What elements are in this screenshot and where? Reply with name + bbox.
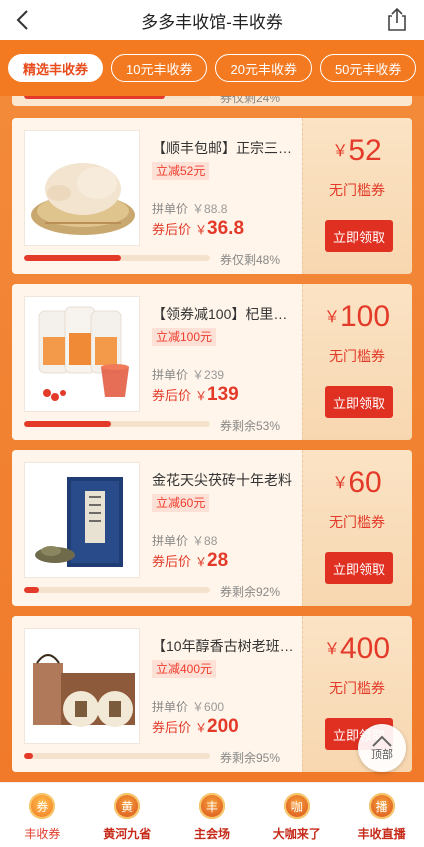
yellow-river-badge-icon: 黄 bbox=[114, 793, 141, 819]
coupon-card[interactable]: 金花天尖茯砖十年老料 立减60元 拼单价 ￥88 券后价 ￥28 券剩余92% ￥6… bbox=[12, 450, 412, 606]
coupon-amount: ￥60 bbox=[332, 466, 382, 499]
coupon-card[interactable]: 【10年醇香古树老班… 立减400元 拼单价 ￥600 券后价 ￥200 券剩余95… bbox=[12, 616, 412, 772]
coupon-condition: 无门槛券 bbox=[329, 182, 385, 198]
nav-item-yellow-river[interactable]: 黄 黄河九省 bbox=[85, 783, 170, 847]
stock-progress-bar bbox=[24, 96, 210, 99]
back-to-top-label: 顶部 bbox=[371, 749, 393, 761]
tab-20-yuan[interactable]: 20元丰收券 bbox=[215, 54, 312, 82]
coupon-condition: 无门槛券 bbox=[329, 514, 385, 530]
discount-badge: 立减52元 bbox=[152, 162, 210, 180]
stock-remaining: 券仅剩48% bbox=[220, 253, 281, 267]
discount-badge: 立减100元 bbox=[152, 328, 217, 346]
main-venue-badge-icon: 丰 bbox=[198, 793, 225, 819]
discount-badge: 立减400元 bbox=[152, 660, 217, 678]
claim-coupon-button[interactable]: 立即领取 bbox=[325, 220, 393, 252]
coupon-tabs: 精选丰收券 10元丰收券 20元丰收券 50元丰收券 bbox=[0, 40, 424, 96]
discount-badge: 立减60元 bbox=[152, 494, 210, 512]
product-name[interactable]: 【10年醇香古树老班… bbox=[152, 636, 300, 656]
claim-coupon-button[interactable]: 立即领取 bbox=[325, 386, 393, 418]
product-image-tea-cakes[interactable] bbox=[24, 628, 140, 744]
coupon-card[interactable]: 【顺丰包邮】正宗三… 立减52元 拼单价 ￥88.8 券后价 ￥36.8 券仅剩48… bbox=[12, 118, 412, 274]
product-name[interactable]: 金花天尖茯砖十年老料 bbox=[152, 470, 300, 490]
group-price: 拼单价 ￥600 bbox=[152, 700, 225, 714]
tab-50-yuan[interactable]: 50元丰收券 bbox=[319, 54, 417, 82]
nav-item-coupons[interactable]: 券 丰收券 bbox=[0, 783, 85, 847]
tab-10-yuan[interactable]: 10元丰收券 bbox=[111, 54, 208, 82]
coupon-amount: ￥52 bbox=[332, 134, 382, 167]
back-to-top-button[interactable]: 顶部 bbox=[358, 724, 406, 772]
group-price: 拼单价 ￥88.8 bbox=[152, 202, 228, 216]
product-name[interactable]: 【顺丰包邮】正宗三… bbox=[152, 138, 300, 158]
stock-progress-bar bbox=[24, 421, 210, 427]
stock-progress-bar bbox=[24, 255, 210, 261]
product-name[interactable]: 【领券减100】杞里… bbox=[152, 304, 300, 324]
coupon-amount: ￥400 bbox=[323, 632, 391, 665]
stock-remaining: 券仅剩24% bbox=[220, 96, 281, 105]
product-image-tea-box[interactable] bbox=[24, 462, 140, 578]
price-after-coupon: 券后价 ￥139 bbox=[152, 384, 239, 405]
nav-label: 丰收券 bbox=[24, 827, 61, 841]
back-arrow-icon bbox=[16, 10, 28, 30]
nav-item-main-venue[interactable]: 丰 主会场 bbox=[170, 783, 255, 847]
tab-featured[interactable]: 精选丰收券 bbox=[8, 54, 104, 82]
nav-item-celebrities[interactable]: 咖 大咖来了 bbox=[254, 783, 339, 847]
coupon-amount: ￥100 bbox=[323, 300, 391, 333]
price-after-coupon: 券后价 ￥36.8 bbox=[152, 218, 245, 239]
group-price: 拼单价 ￥239 bbox=[152, 368, 225, 382]
price-after-coupon: 券后价 ￥28 bbox=[152, 550, 229, 571]
price-after-coupon: 券后价 ￥200 bbox=[152, 716, 239, 737]
claim-coupon-button[interactable]: 立即领取 bbox=[325, 552, 393, 584]
back-button[interactable] bbox=[10, 8, 34, 32]
stock-remaining: 券剩余95% bbox=[220, 751, 281, 765]
nav-label: 丰收直播 bbox=[357, 827, 406, 841]
nav-item-live[interactable]: 播 丰收直播 bbox=[339, 783, 424, 847]
stock-remaining: 券剩余92% bbox=[220, 585, 281, 599]
stock-remaining: 券剩余53% bbox=[220, 419, 281, 433]
stock-progress-bar bbox=[24, 753, 210, 759]
product-image-chicken[interactable] bbox=[24, 130, 140, 246]
coupon-badge-icon: 券 bbox=[29, 793, 56, 819]
bottom-nav: 券 丰收券 黄 黄河九省 丰 主会场 咖 大咖来了 播 丰收直播 bbox=[0, 782, 424, 847]
nav-label: 大咖来了 bbox=[272, 827, 321, 841]
coupon-card[interactable]: 【领券减100】杞里… 立减100元 拼单价 ￥239 券后价 ￥139 券剩余53… bbox=[12, 284, 412, 440]
celebrity-badge-icon: 咖 bbox=[283, 793, 310, 819]
stock-progress-bar bbox=[24, 587, 210, 593]
coupon-condition: 无门槛券 bbox=[329, 348, 385, 364]
coupon-card-partial: 券仅剩24% bbox=[12, 96, 412, 106]
product-image-juice[interactable] bbox=[24, 296, 140, 412]
live-badge-icon: 播 bbox=[368, 793, 395, 819]
nav-label: 黄河九省 bbox=[103, 827, 152, 841]
group-price: 拼单价 ￥88 bbox=[152, 534, 218, 548]
top-bar: 多多丰收馆-丰收券 bbox=[0, 0, 424, 40]
nav-label: 主会场 bbox=[193, 827, 230, 841]
coupon-list[interactable]: 券仅剩24% 【顺丰包邮】正宗三… 立减52元 拼单价 ￥88.8 券后价 ￥36.… bbox=[0, 96, 424, 782]
share-icon bbox=[388, 7, 406, 31]
coupon-condition: 无门槛券 bbox=[329, 680, 385, 696]
page-title: 多多丰收馆-丰收券 bbox=[141, 12, 283, 32]
share-button[interactable] bbox=[386, 6, 410, 32]
